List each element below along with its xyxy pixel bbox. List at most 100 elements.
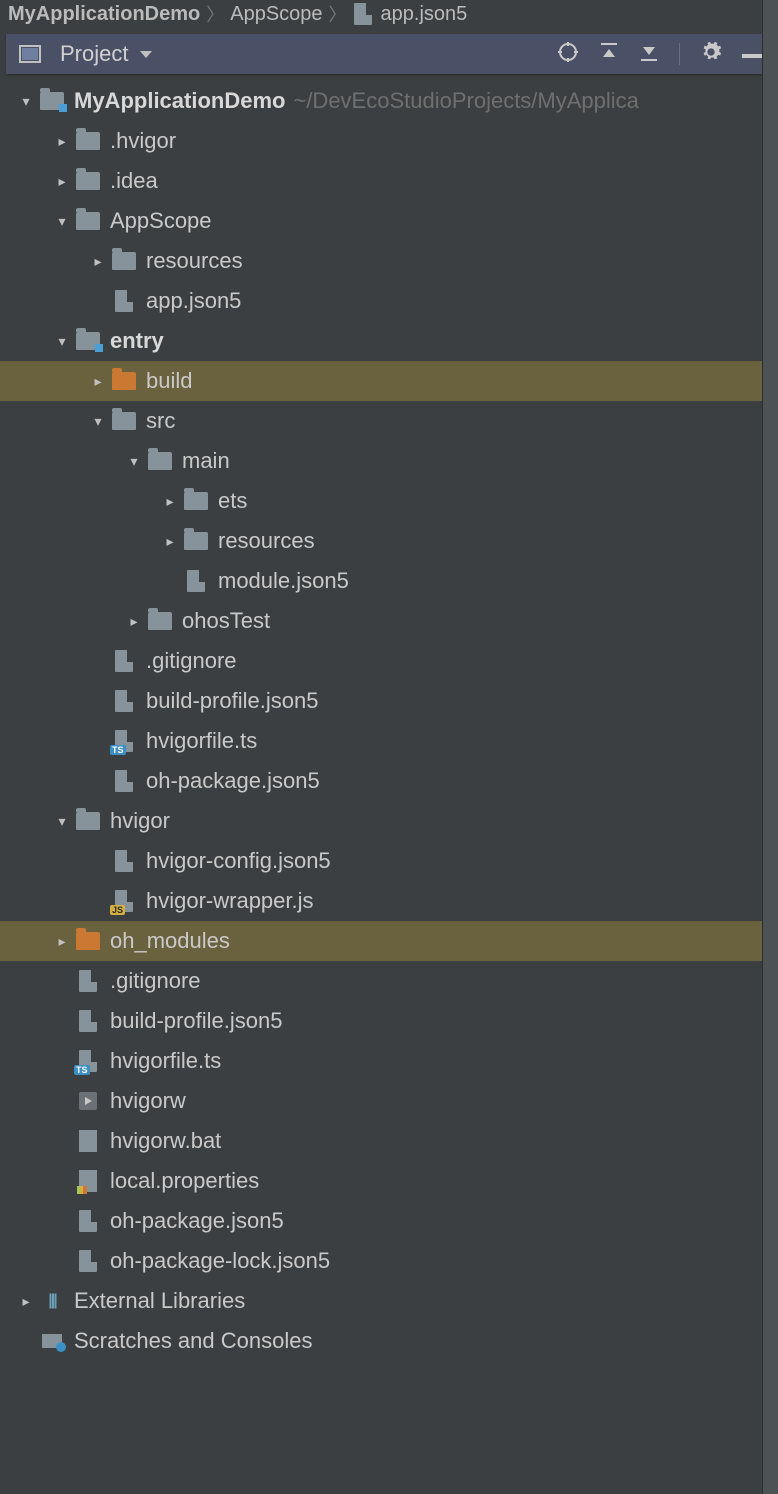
tree-folder-hvigor[interactable]: ▾ hvigor	[0, 801, 762, 841]
chevron-down-icon[interactable]: ▾	[14, 81, 38, 121]
chevron-right-icon[interactable]: ▸	[122, 601, 146, 641]
expand-all-icon[interactable]	[599, 41, 619, 68]
tree-file-appjson[interactable]: ▸ app.json5	[0, 281, 762, 321]
tree-file-root-gitignore[interactable]: ▸ .gitignore	[0, 961, 762, 1001]
tree-file-modulejson[interactable]: ▸ module.json5	[0, 561, 762, 601]
breadcrumb-root[interactable]: MyApplicationDemo	[8, 3, 200, 26]
tree-file-root-ohpackagelock[interactable]: ▸ oh-package-lock.json5	[0, 1241, 762, 1281]
tree-file-root-ohpackage[interactable]: ▸ oh-package.json5	[0, 1201, 762, 1241]
tree-label: resources	[218, 521, 315, 561]
ts-file-icon: TS	[74, 1047, 102, 1075]
folder-icon	[182, 527, 210, 555]
tree-file-entry-gitignore[interactable]: ▸ .gitignore	[0, 641, 762, 681]
tree-folder-ohmodules[interactable]: ▸ oh_modules	[0, 921, 762, 961]
tree-label: entry	[110, 321, 164, 361]
tree-file-localprops[interactable]: ▸ local.properties	[0, 1161, 762, 1201]
libraries-icon: |||	[38, 1287, 66, 1315]
tree-file-hvigor-wrapper[interactable]: ▸ JS hvigor-wrapper.js	[0, 881, 762, 921]
view-label: Project	[60, 41, 128, 67]
tree-label: .hvigor	[110, 121, 176, 161]
tree-label: local.properties	[110, 1161, 259, 1201]
tree-project-root[interactable]: ▾ MyApplicationDemo ~/DevEcoStudioProjec…	[0, 81, 762, 121]
chevron-right-icon[interactable]: ▸	[50, 161, 74, 201]
tree-label: .gitignore	[110, 961, 201, 1001]
folder-icon	[146, 607, 174, 635]
tree-file-entry-hvigorfile[interactable]: ▸ TS hvigorfile.ts	[0, 721, 762, 761]
chevron-right-icon[interactable]: ▸	[158, 521, 182, 561]
breadcrumb-mid[interactable]: AppScope	[230, 3, 322, 26]
tree-folder-src[interactable]: ▾ src	[0, 401, 762, 441]
tree-label: hvigorfile.ts	[110, 1041, 221, 1081]
tree-external-libraries[interactable]: ▸ ||| External Libraries	[0, 1281, 762, 1321]
chevron-right-icon[interactable]: ▸	[50, 921, 74, 961]
properties-file-icon	[74, 1167, 102, 1195]
folder-icon	[110, 407, 138, 435]
project-toolbar: Project	[6, 34, 772, 74]
tree-folder-ohostest[interactable]: ▸ ohosTest	[0, 601, 762, 641]
tree-folder-appscope-resources[interactable]: ▸ resources	[0, 241, 762, 281]
tree-file-entry-ohpackage[interactable]: ▸ oh-package.json5	[0, 761, 762, 801]
collapse-all-icon[interactable]	[639, 41, 659, 68]
tree-folder-appscope[interactable]: ▾ AppScope	[0, 201, 762, 241]
tree-folder-hvigor-dot[interactable]: ▸ .hvigor	[0, 121, 762, 161]
tree-file-root-buildprofile[interactable]: ▸ build-profile.json5	[0, 1001, 762, 1041]
tree-label: build-profile.json5	[110, 1001, 282, 1041]
tree-label: .gitignore	[146, 641, 237, 681]
tree-file-hvigor-config[interactable]: ▸ hvigor-config.json5	[0, 841, 762, 881]
tree-label: ets	[218, 481, 247, 521]
chevron-right-icon[interactable]: ▸	[158, 481, 182, 521]
chevron-down-icon[interactable]: ▾	[86, 401, 110, 441]
tree-folder-main-resources[interactable]: ▸ resources	[0, 521, 762, 561]
chevron-right-icon[interactable]: ▸	[86, 241, 110, 281]
tree-label: oh_modules	[110, 921, 230, 961]
tree-label: Scratches and Consoles	[74, 1321, 312, 1361]
gear-icon[interactable]	[700, 41, 722, 68]
tree-label: module.json5	[218, 561, 349, 601]
folder-icon	[110, 247, 138, 275]
tree-file-entry-buildprofile[interactable]: ▸ build-profile.json5	[0, 681, 762, 721]
chevron-down-icon[interactable]: ▾	[50, 801, 74, 841]
module-folder-icon	[74, 327, 102, 355]
view-selector[interactable]: Project	[16, 40, 152, 68]
json5-file-icon	[110, 287, 138, 315]
json5-file-icon	[353, 4, 373, 24]
tree-folder-main[interactable]: ▾ main	[0, 441, 762, 481]
folder-icon	[74, 167, 102, 195]
chevron-right-icon[interactable]: ▸	[86, 361, 110, 401]
tree-file-hvigorw[interactable]: ▸ hvigorw	[0, 1081, 762, 1121]
chevron-down-icon[interactable]: ▾	[122, 441, 146, 481]
tree-folder-idea[interactable]: ▸ .idea	[0, 161, 762, 201]
dropdown-arrow-icon	[140, 51, 152, 58]
tree-folder-ets[interactable]: ▸ ets	[0, 481, 762, 521]
tree-label: External Libraries	[74, 1281, 245, 1321]
folder-icon	[74, 927, 102, 955]
breadcrumb-sep: 〉	[206, 1, 224, 27]
tree-label: resources	[146, 241, 243, 281]
scratches-icon	[38, 1327, 66, 1355]
json5-file-icon	[182, 567, 210, 595]
chevron-down-icon[interactable]: ▾	[50, 321, 74, 361]
tree-file-root-hvigorfile[interactable]: ▸ TS hvigorfile.ts	[0, 1041, 762, 1081]
tree-file-hvigorw-bat[interactable]: ▸ hvigorw.bat	[0, 1121, 762, 1161]
locate-icon[interactable]	[557, 41, 579, 68]
breadcrumb-leaf[interactable]: app.json5	[381, 3, 468, 26]
file-icon	[74, 967, 102, 995]
chevron-right-icon[interactable]: ▸	[14, 1281, 38, 1321]
folder-icon	[74, 207, 102, 235]
folder-icon	[110, 367, 138, 395]
tree-label: AppScope	[110, 201, 212, 241]
folder-icon	[74, 807, 102, 835]
ts-file-icon: TS	[110, 727, 138, 755]
minimize-icon[interactable]	[742, 45, 762, 63]
tree-label: oh-package.json5	[146, 761, 320, 801]
tree-label: hvigorfile.ts	[146, 721, 257, 761]
chevron-down-icon[interactable]: ▾	[50, 201, 74, 241]
pane-icon	[16, 40, 44, 68]
tree-folder-entry[interactable]: ▾ entry	[0, 321, 762, 361]
folder-icon	[182, 487, 210, 515]
tree-folder-build[interactable]: ▸ build	[0, 361, 762, 401]
tree-label: build-profile.json5	[146, 681, 318, 721]
json5-file-icon	[74, 1207, 102, 1235]
tree-scratches[interactable]: ▸ Scratches and Consoles	[0, 1321, 762, 1361]
chevron-right-icon[interactable]: ▸	[50, 121, 74, 161]
